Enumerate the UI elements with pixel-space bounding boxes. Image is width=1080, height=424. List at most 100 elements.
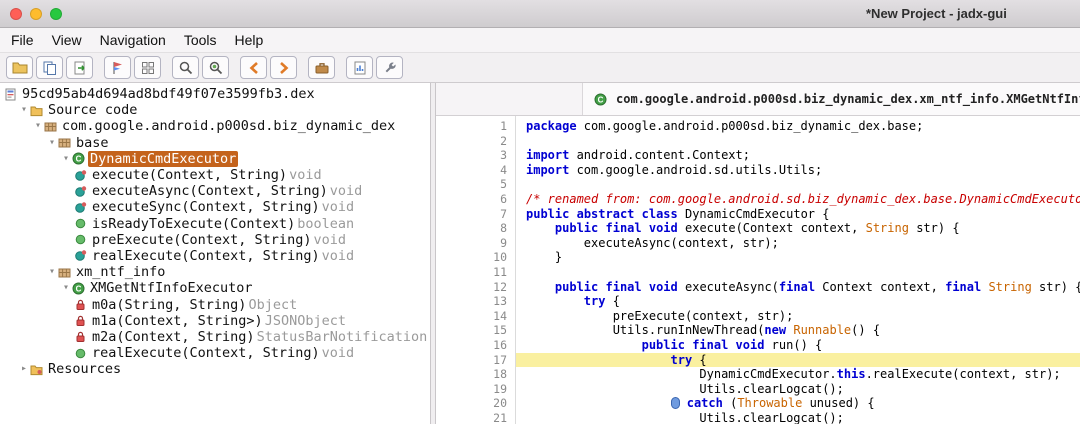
method-sync-icon (74, 169, 90, 182)
class-search-icon (208, 60, 224, 76)
chevron-down-icon[interactable]: ▾ (46, 135, 58, 151)
open-file-icon (12, 60, 28, 76)
tree-item[interactable]: ▾ Source code (0, 102, 430, 118)
tree-item[interactable]: executeAsync(Context, String) void (0, 183, 430, 199)
sync-with-editor-icon (110, 60, 126, 76)
tree-item[interactable]: ▾ base (0, 135, 430, 151)
chevron-down-icon[interactable]: ▾ (32, 118, 44, 134)
line-number: 1 (500, 119, 507, 133)
tree-item[interactable]: ▸ Resources (0, 361, 430, 377)
tree-item[interactable]: m0a(String, String) Object (0, 296, 430, 313)
code-line: try { (516, 352, 1080, 368)
preferences-button[interactable] (376, 56, 403, 79)
zoom-button[interactable] (50, 7, 62, 20)
class-search-button[interactable] (202, 56, 229, 79)
forward-button[interactable] (270, 56, 297, 79)
line-number: 10 (493, 250, 507, 265)
line-number: 15 (493, 323, 507, 338)
chevron-down-icon[interactable]: ▾ (60, 151, 72, 167)
chevron-right-icon[interactable]: ▸ (18, 361, 30, 377)
class-icon: C (594, 93, 610, 106)
package-icon (44, 120, 60, 133)
line-number: 18 (493, 367, 507, 382)
menu-item-tools[interactable]: Tools (175, 30, 226, 50)
tree-item-type: JSONObject (264, 312, 346, 329)
svg-text:C: C (76, 155, 82, 164)
code-editor[interactable]: 1 2 3 4 5 6 7 8 9 10 11 12 13 14 15 16 17 18 19 20 21 packag… (436, 116, 1080, 424)
tree-item[interactable]: ▾ com.google.android.p000sd.biz_dynamic_d… (0, 118, 430, 134)
code-line: import android.content.Context; (526, 148, 750, 163)
line-number: 5 (500, 177, 507, 192)
tree-item[interactable]: m2a(Context, String) StatusBarNotificati… (0, 329, 430, 345)
chevron-down-icon[interactable]: ▾ (18, 102, 30, 118)
tree-item[interactable]: realExecute(Context, String) void (0, 345, 430, 361)
title-bar: *New Project - jadx-gui (0, 0, 1080, 28)
tree-item[interactable]: ▾ C XMGetNtfInfoExecutor (0, 280, 430, 296)
tree-item[interactable]: 95cd95ab4d694ad8bdf49f07e3599fb3.dex (0, 86, 430, 102)
line-number: 8 (500, 221, 507, 236)
editor-tab[interactable]: C com.google.android.p000sd.biz_dynamic_… (582, 83, 1080, 115)
menu-item-navigation[interactable]: Navigation (91, 30, 175, 50)
window-title: *New Project - jadx-gui (866, 6, 1007, 21)
menu-item-help[interactable]: Help (226, 30, 273, 50)
open-file-button[interactable] (6, 56, 33, 79)
menu-item-file[interactable]: File (2, 30, 43, 50)
export-icon (72, 60, 88, 76)
sync-with-editor-button[interactable] (104, 56, 131, 79)
line-number: 9 (500, 235, 507, 250)
tree-item[interactable]: ▾ xm_ntf_info (0, 264, 430, 280)
class-icon: C (72, 152, 88, 165)
method-sync-icon (74, 201, 90, 214)
tree-item[interactable]: executeSync(Context, String) void (0, 199, 430, 215)
line-number: 21 (493, 410, 507, 424)
method-private-icon (74, 314, 90, 327)
code-line: Utils.runInNewThread(new Runnable() { (526, 323, 881, 338)
tree-item-label: preExecute(Context, String) (92, 231, 312, 248)
tree-item-type: StatusBarNotification (256, 328, 428, 345)
line-number: 19 (493, 381, 507, 396)
code-line: catch (Throwable unused) { (516, 396, 1080, 411)
line-number: 7 (500, 206, 507, 221)
tree-item[interactable]: isReadyToExecute(Context) boolean (0, 216, 430, 232)
tree-item-label: DynamicCmdExecutor (88, 150, 239, 167)
tree-item-type: void (313, 231, 346, 248)
save-all-button[interactable] (36, 56, 63, 79)
line-number: 20 (493, 396, 507, 411)
code-line: public final void execute(Context contex… (554, 221, 960, 236)
preferences-icon (382, 60, 398, 76)
code-line: } (526, 250, 563, 265)
toolbar-group (346, 56, 403, 79)
line-number: 13 (493, 294, 507, 309)
tree-item[interactable]: execute(Context, String) void (0, 167, 430, 183)
text-search-button[interactable] (172, 56, 199, 79)
close-button[interactable] (10, 7, 22, 20)
text-search-icon (178, 60, 194, 76)
deobfuscation-button[interactable] (308, 56, 335, 79)
tree-item[interactable]: realExecute(Context, String) void (0, 248, 430, 264)
menu-item-view[interactable]: View (43, 30, 91, 50)
flat-packages-button[interactable] (134, 56, 161, 79)
tree-item-type: void (289, 167, 322, 184)
save-all-icon (42, 60, 58, 76)
tree-item-type: boolean (297, 215, 355, 232)
tree-item[interactable]: preExecute(Context, String) void (0, 232, 430, 248)
tree-item-type: Object (248, 296, 298, 313)
tree-item[interactable]: m1a(Context, String>) JSONObject (0, 313, 430, 329)
export-button[interactable] (66, 56, 93, 79)
log-viewer-icon (352, 60, 368, 76)
tree-item-label: Resources (48, 361, 122, 378)
project-tree-panel[interactable]: 95cd95ab4d694ad8bdf49f07e3599fb3.dex ▾ Sou… (0, 83, 431, 424)
log-viewer-button[interactable] (346, 56, 373, 79)
line-number: 4 (500, 162, 507, 177)
tree-item-label: m1a(Context, String>) (92, 312, 263, 329)
chevron-down-icon[interactable]: ▾ (46, 264, 58, 280)
method-public-icon (74, 217, 90, 230)
resources-folder-icon (30, 363, 46, 376)
back-button[interactable] (240, 56, 267, 79)
chevron-down-icon[interactable]: ▾ (60, 280, 72, 296)
tree-item[interactable]: ▾ C DynamicCmdExecutor (0, 150, 430, 167)
minimize-button[interactable] (30, 7, 42, 20)
fold-marker-icon[interactable] (670, 397, 680, 410)
toolbar-group (104, 56, 161, 79)
code-area[interactable]: package com.google.android.p000sd.biz_dy… (516, 116, 1080, 424)
